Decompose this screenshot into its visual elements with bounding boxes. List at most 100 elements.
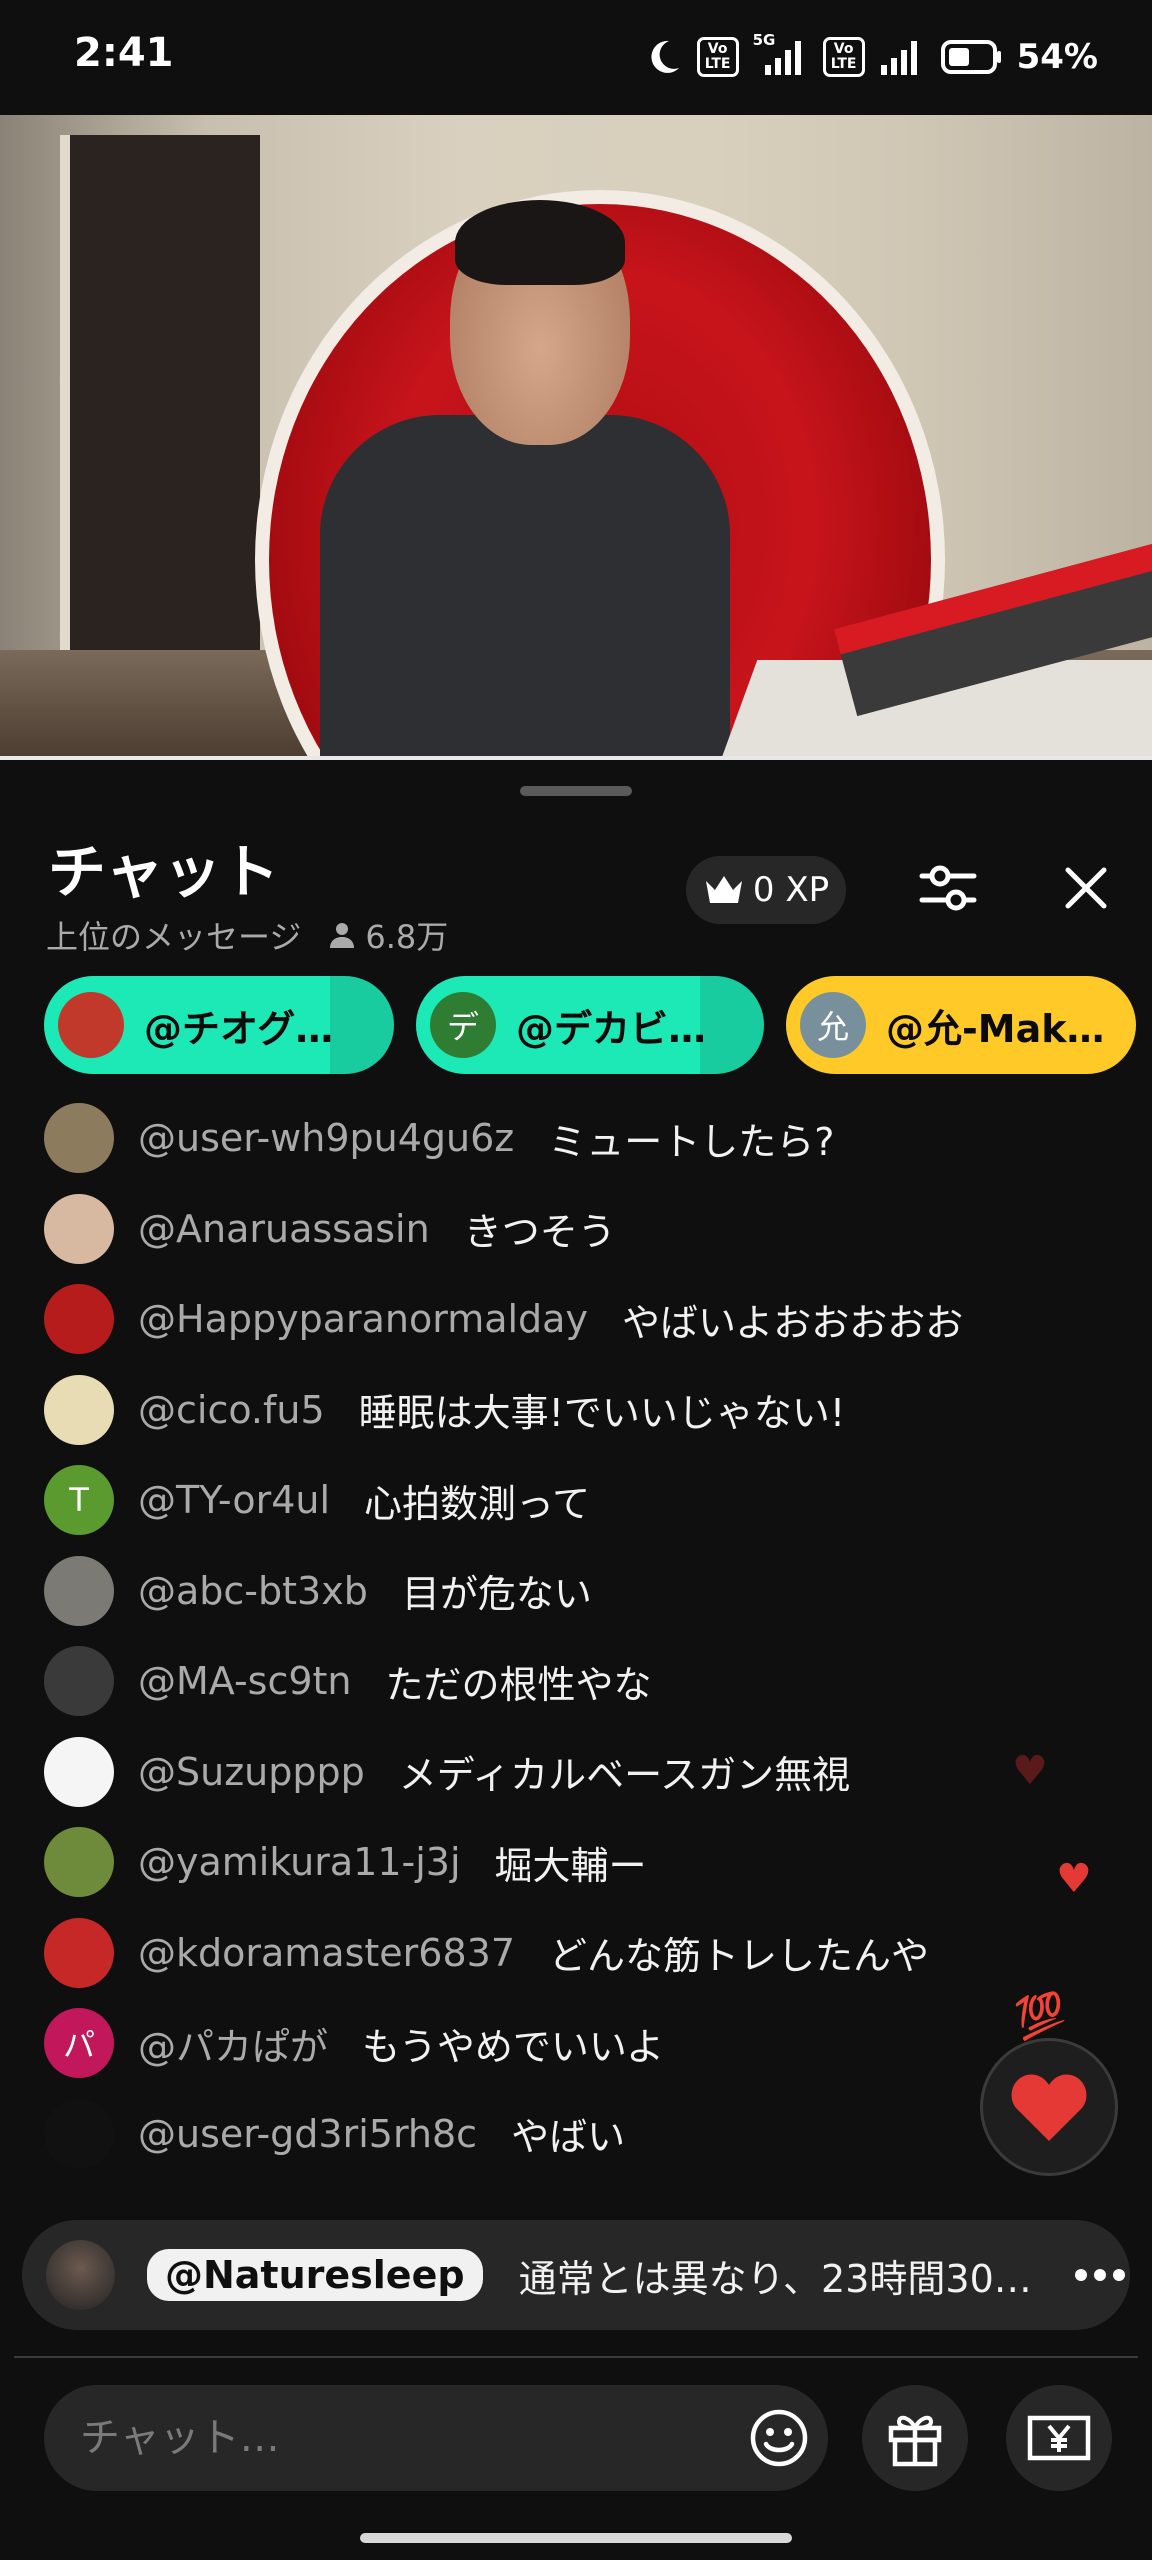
live-video-player[interactable] bbox=[0, 115, 1152, 760]
chat-message[interactable]: @user-wh9pu4gu6z ミュートしたら? bbox=[44, 1098, 834, 1178]
signal-icon-1: 5G bbox=[753, 31, 809, 77]
signal-icon-2 bbox=[879, 37, 927, 77]
chat-message[interactable]: @yamikura11-j3j 堀大輔ー bbox=[44, 1822, 647, 1902]
chat-filter-label[interactable]: 上位のメッセージ bbox=[46, 912, 301, 958]
home-indicator[interactable] bbox=[360, 2533, 792, 2543]
floating-heart-icon: ♥ bbox=[1012, 1748, 1048, 1794]
message-author[interactable]: @yamikura11-j3j bbox=[138, 1840, 461, 1884]
message-text: もうやめでいいよ bbox=[362, 2024, 665, 2069]
avatar[interactable]: パ bbox=[44, 2008, 114, 2078]
avatar: デ bbox=[430, 992, 496, 1058]
message-author[interactable]: @cico.fu5 bbox=[138, 1388, 325, 1432]
message-author[interactable]: @パカぱが bbox=[138, 2016, 328, 2071]
chat-settings-button[interactable] bbox=[912, 852, 984, 924]
yen-icon bbox=[1027, 2415, 1091, 2461]
avatar[interactable] bbox=[44, 1555, 114, 1626]
avatar[interactable] bbox=[44, 1284, 114, 1354]
chat-input-container[interactable] bbox=[44, 2385, 828, 2491]
chat-message[interactable]: @kdoramaster6837 どんな筋トレしたんや bbox=[44, 1913, 929, 1993]
moon-icon bbox=[643, 37, 683, 77]
chat-message[interactable]: @cico.fu5 睡眠は大事!でいいじゃない! bbox=[44, 1370, 845, 1450]
avatar[interactable] bbox=[44, 1193, 114, 1264]
status-time: 2:41 bbox=[74, 30, 174, 76]
message-author[interactable]: @Anaruassasin bbox=[138, 1207, 430, 1251]
chat-message[interactable]: @MA-sc9tn ただの根性やな bbox=[44, 1641, 652, 1721]
message-author[interactable]: @user-wh9pu4gu6z bbox=[138, 1116, 514, 1160]
viewer-count: 6.8万 bbox=[327, 912, 448, 958]
battery-percent: 54% bbox=[1016, 37, 1098, 77]
message-text: 目が危ない bbox=[401, 1572, 592, 1616]
avatar[interactable] bbox=[44, 1646, 114, 1716]
emoji-icon bbox=[750, 2409, 808, 2467]
pinned-supporter[interactable]: デ @デカビ… bbox=[416, 976, 764, 1074]
floating-heart-icon: ♥ bbox=[1056, 1856, 1092, 1902]
xp-value: 0 XP bbox=[752, 870, 830, 910]
avatar[interactable] bbox=[44, 1917, 114, 1988]
crown-icon bbox=[705, 876, 742, 903]
pinned-supporter[interactable]: @チオグ… bbox=[44, 976, 394, 1074]
close-icon bbox=[1065, 867, 1107, 909]
close-chat-button[interactable] bbox=[1050, 852, 1122, 924]
message-author[interactable]: @TY-or4ul bbox=[138, 1478, 330, 1522]
pinned-message-author: @Naturesleep bbox=[146, 2249, 483, 2301]
message-author[interactable]: @abc-bt3xb bbox=[138, 1569, 368, 1613]
super-chat-button[interactable] bbox=[1006, 2385, 1112, 2491]
chat-message[interactable]: @Suzupppp メディカルベースガン無視 bbox=[44, 1732, 850, 1812]
message-author[interactable]: @Suzupppp bbox=[138, 1750, 365, 1794]
gift-icon bbox=[888, 2415, 942, 2467]
more-button[interactable] bbox=[1071, 2245, 1130, 2305]
avatar bbox=[46, 2240, 115, 2310]
chat-message[interactable]: パ @パカぱが もうやめでいいよ bbox=[44, 2003, 664, 2083]
message-text: やばいよおおおおお bbox=[621, 1300, 964, 1345]
heart-reaction-button[interactable] bbox=[980, 2038, 1118, 2176]
chat-message[interactable]: T @TY-or4ul 心拍数測って bbox=[44, 1460, 590, 1540]
volte-badge: Vo LTE bbox=[696, 37, 739, 77]
chat-message[interactable]: @user-gd3ri5rh8c やばい bbox=[44, 2094, 625, 2174]
battery-icon bbox=[940, 39, 1003, 75]
live-chat-panel: チャット 上位のメッセージ 6.8万 0 XP @チオグ… デ @デカビ… 允 bbox=[0, 760, 1152, 2560]
status-icons: Vo LTE 5G Vo LTE 54% bbox=[643, 31, 1098, 82]
gift-button[interactable] bbox=[862, 2385, 968, 2491]
xp-button[interactable]: 0 XP bbox=[686, 856, 846, 924]
avatar[interactable] bbox=[44, 1103, 114, 1173]
message-author[interactable]: @Happyparanormalday bbox=[138, 1297, 588, 1341]
avatar[interactable]: T bbox=[44, 1465, 114, 1535]
chat-message[interactable]: @abc-bt3xb 目が危ない bbox=[44, 1551, 592, 1631]
emoji-button[interactable] bbox=[744, 2403, 814, 2473]
message-author[interactable]: @kdoramaster6837 bbox=[138, 1931, 515, 1975]
video-scene-person-body bbox=[320, 415, 730, 760]
status-bar: 2:41 Vo LTE 5G Vo LTE 54% bbox=[0, 0, 1152, 115]
message-text: やばい bbox=[511, 2115, 626, 2159]
divider bbox=[14, 2356, 1138, 2358]
chat-input[interactable] bbox=[80, 2385, 680, 2491]
message-text: どんな筋トレしたんや bbox=[549, 1934, 930, 1978]
pinned-supporter-timer bbox=[700, 976, 764, 1074]
avatar[interactable] bbox=[44, 2098, 114, 2169]
pinned-supporter-name: @チオグ… bbox=[144, 1006, 334, 1051]
sliders-icon bbox=[919, 865, 977, 911]
volte-badge-2: Vo LTE bbox=[822, 37, 865, 77]
video-scene-person-hair bbox=[455, 200, 625, 285]
chat-subtitle: 上位のメッセージ 6.8万 bbox=[46, 912, 448, 958]
avatar[interactable] bbox=[44, 1827, 114, 1897]
message-text: ただの根性やな bbox=[385, 1662, 652, 1707]
drag-handle[interactable] bbox=[520, 786, 632, 796]
pinned-message-text: 通常とは異なり、23時間30… bbox=[518, 2256, 1032, 2301]
person-icon bbox=[330, 923, 355, 948]
avatar[interactable] bbox=[44, 1736, 114, 1807]
pinned-supporter[interactable]: 允 @允-Mak… bbox=[786, 976, 1136, 1074]
chat-message[interactable]: @Happyparanormalday やばいよおおおおお bbox=[44, 1279, 963, 1359]
message-author[interactable]: @MA-sc9tn bbox=[138, 1659, 352, 1703]
avatar: 允 bbox=[800, 992, 866, 1058]
pinned-message[interactable]: @Naturesleep 通常とは異なり、23時間30… bbox=[22, 2220, 1130, 2330]
pinned-supporter-timer bbox=[330, 976, 394, 1074]
message-text: 睡眠は大事!でいいじゃない! bbox=[358, 1391, 846, 1435]
message-author[interactable]: @user-gd3ri5rh8c bbox=[138, 2112, 477, 2156]
message-text: ミュートしたら? bbox=[548, 1119, 835, 1164]
pinned-supporter-name: @允-Mak… bbox=[886, 1006, 1105, 1051]
message-text: メディカルベースガン無視 bbox=[398, 1753, 851, 1797]
chat-message[interactable]: @Anaruassasin きつそう bbox=[44, 1189, 616, 1269]
avatar[interactable] bbox=[44, 1374, 114, 1445]
pinned-supporter-name: @デカビ… bbox=[516, 1006, 707, 1051]
avatar bbox=[58, 992, 124, 1058]
